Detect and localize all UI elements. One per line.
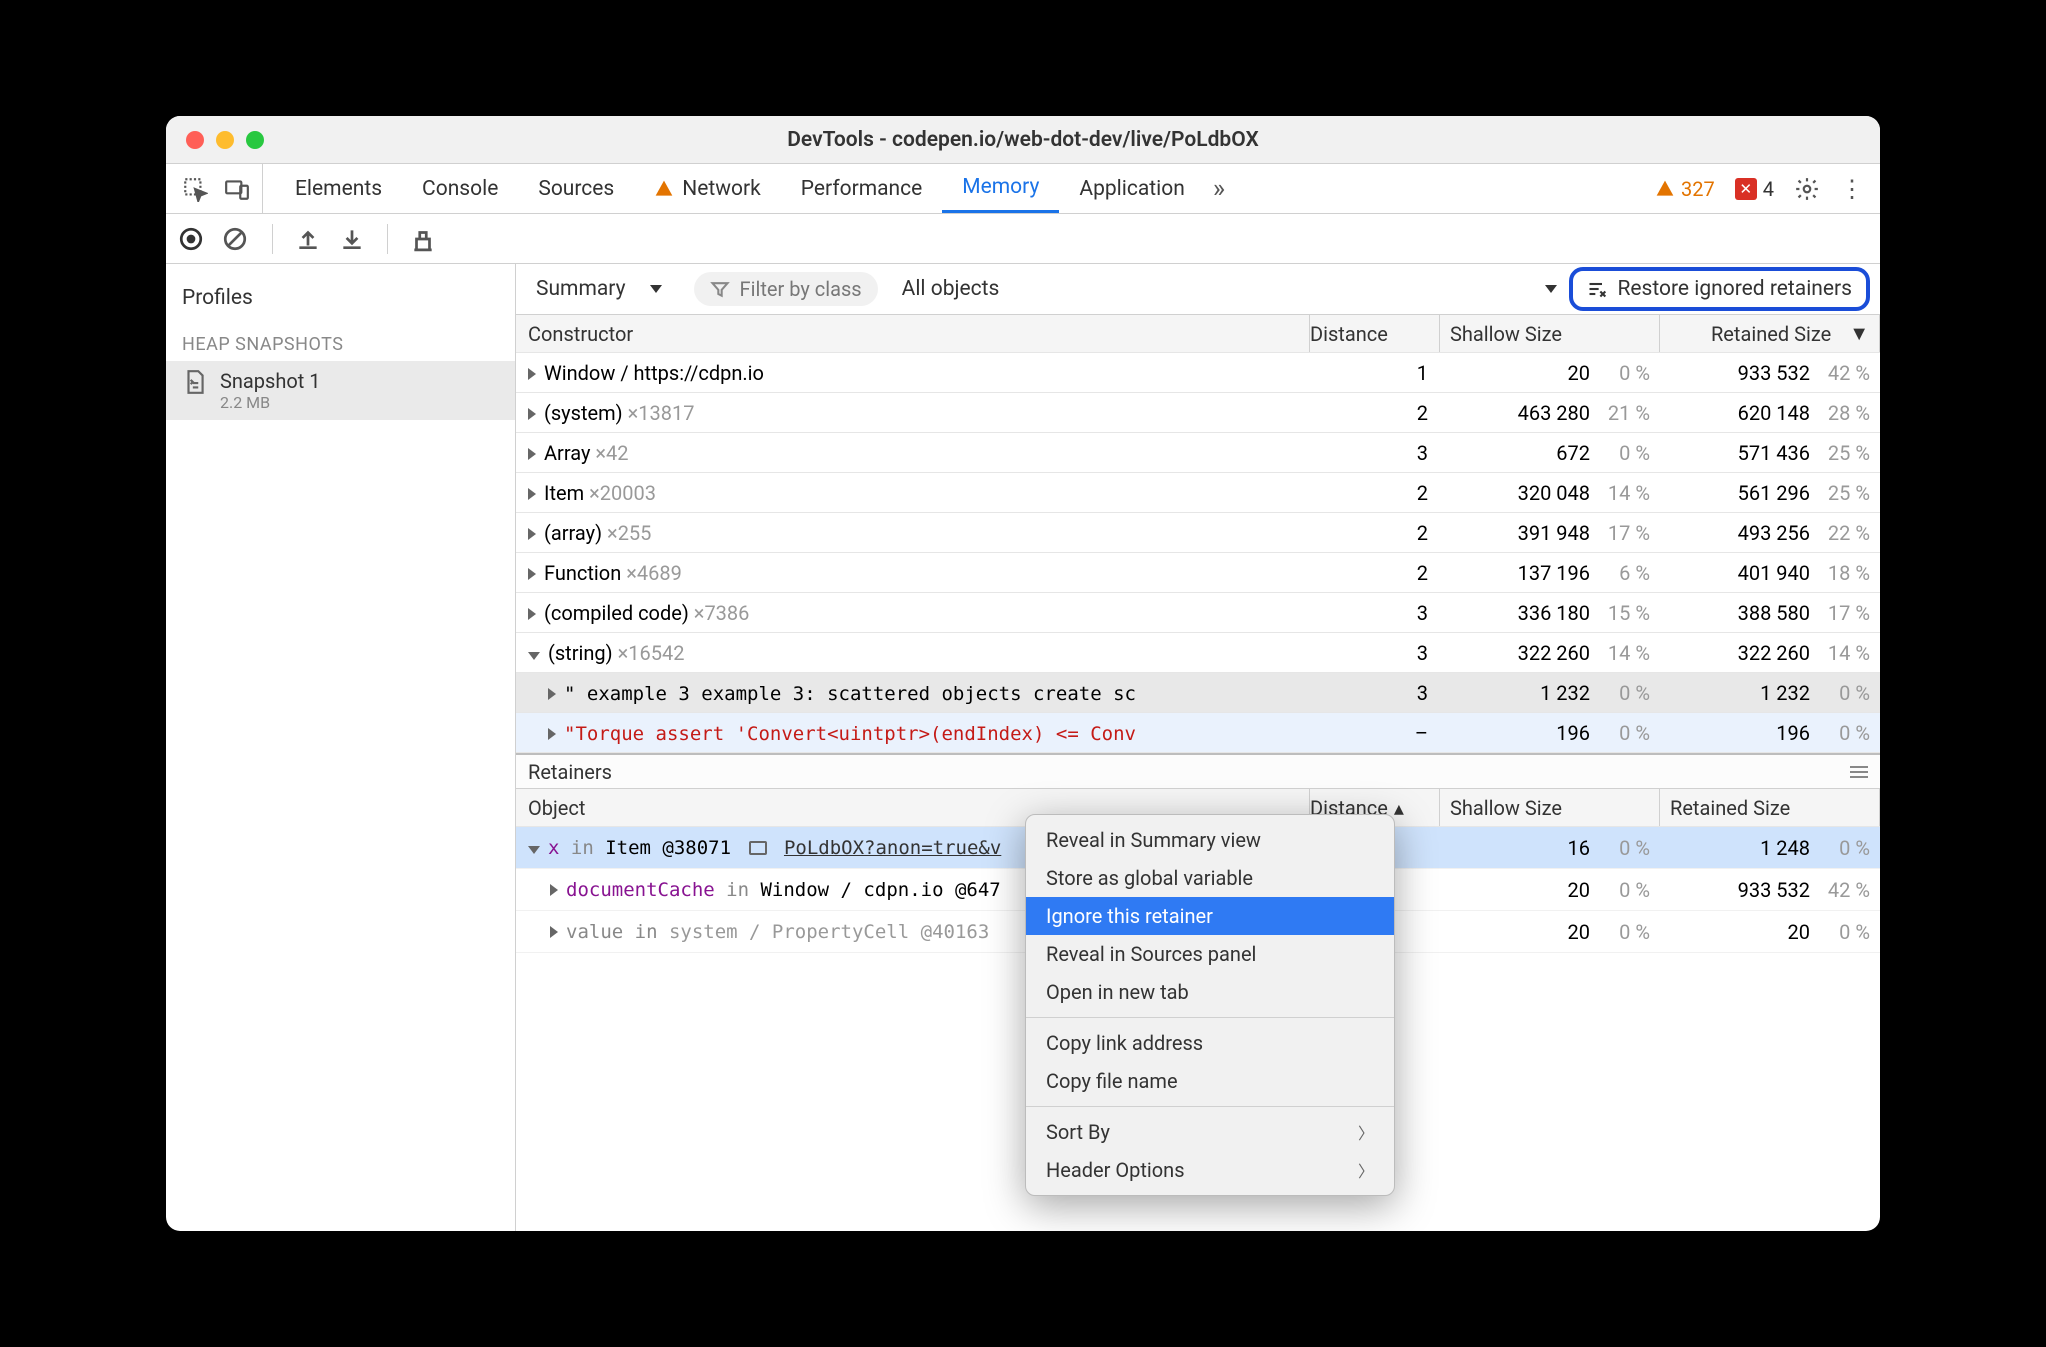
retainers-pane-header: Retainers <box>516 753 1880 789</box>
close-window-button[interactable] <box>186 131 204 149</box>
maximize-window-button[interactable] <box>246 131 264 149</box>
snapshot-item[interactable]: Snapshot 1 2.2 MB <box>166 361 515 420</box>
content-toolbar: Summary Filter by class All objects Rest… <box>516 264 1880 314</box>
warning-icon <box>654 179 674 199</box>
errors-count[interactable]: ✕ 4 <box>1735 177 1774 201</box>
restore-ignored-button[interactable]: Restore ignored retainers <box>1569 267 1870 311</box>
main-area: Profiles HEAP SNAPSHOTS Snapshot 1 2.2 M… <box>166 264 1880 1231</box>
string-child-row[interactable]: "Torque assert 'Convert<uintptr>(endInde… <box>516 713 1880 753</box>
profiles-sidebar: Profiles HEAP SNAPSHOTS Snapshot 1 2.2 M… <box>166 264 516 1231</box>
constructor-row[interactable]: (string) ×165423322 26014 %322 26014 % <box>516 633 1880 673</box>
constructor-row[interactable]: (compiled code) ×73863336 18015 %388 580… <box>516 593 1880 633</box>
tab-memory[interactable]: Memory <box>942 164 1059 213</box>
warning-icon <box>1655 179 1675 199</box>
inspect-icon[interactable] <box>182 176 208 202</box>
load-icon[interactable] <box>295 226 321 252</box>
kebab-menu-icon[interactable]: ⋮ <box>1840 183 1864 195</box>
ctx-item[interactable]: Reveal in Summary view <box>1026 821 1394 859</box>
tab-application[interactable]: Application <box>1059 164 1204 213</box>
context-menu: Reveal in Summary viewStore as global va… <box>1025 814 1395 1196</box>
filter-input[interactable]: Filter by class <box>694 272 878 306</box>
clear-icon[interactable] <box>222 226 248 252</box>
grid-header-row: Constructor Distance Shallow Size Retain… <box>516 315 1880 353</box>
col-distance[interactable]: Distance <box>1310 315 1440 352</box>
tab-performance[interactable]: Performance <box>781 164 942 213</box>
chevron-down-icon <box>650 285 662 293</box>
more-tabs-button[interactable]: » <box>1205 174 1233 204</box>
string-child-row[interactable]: " example 3 example 3: scattered objects… <box>516 673 1880 713</box>
sidebar-heading: Profiles <box>166 280 515 328</box>
constructor-row[interactable]: (system) ×138172463 28021 %620 14828 % <box>516 393 1880 433</box>
all-objects-dropdown[interactable]: All objects <box>890 277 1000 301</box>
tab-network[interactable]: Network <box>634 164 781 213</box>
source-frame-icon <box>749 841 767 855</box>
chevron-down-icon[interactable] <box>1545 285 1557 293</box>
ctx-item[interactable]: Ignore this retainer <box>1026 897 1394 935</box>
constructor-row[interactable]: Item ×200032320 04814 %561 29625 % <box>516 473 1880 513</box>
constructor-row[interactable]: Array ×4236720 %571 43625 % <box>516 433 1880 473</box>
devtools-window: DevTools - codepen.io/web-dot-dev/live/P… <box>166 116 1880 1231</box>
record-icon[interactable] <box>178 226 204 252</box>
tab-sources[interactable]: Sources <box>518 164 634 213</box>
minimize-window-button[interactable] <box>216 131 234 149</box>
constructor-row[interactable]: Window / https://cdpn.io 1200 %933 53242… <box>516 353 1880 393</box>
ctx-item[interactable]: Reveal in Sources panel <box>1026 935 1394 973</box>
tab-console[interactable]: Console <box>402 164 518 213</box>
snapshot-size: 2.2 MB <box>220 393 321 412</box>
ctx-item[interactable]: Sort By〉 <box>1026 1113 1394 1151</box>
ctx-item[interactable]: Store as global variable <box>1026 859 1394 897</box>
col-retained-r[interactable]: Retained Size <box>1660 789 1880 826</box>
memory-toolbar <box>166 214 1880 264</box>
snapshot-name: Snapshot 1 <box>220 369 321 393</box>
error-icon: ✕ <box>1735 178 1757 200</box>
ctx-item[interactable]: Open in new tab <box>1026 973 1394 1011</box>
col-retained[interactable]: Retained Size▼ <box>1660 315 1880 352</box>
window-title: DevTools - codepen.io/web-dot-dev/live/P… <box>787 128 1259 152</box>
col-shallow-r[interactable]: Shallow Size <box>1440 789 1660 826</box>
restore-icon <box>1587 279 1607 299</box>
constructor-row[interactable]: (array) ×2552391 94817 %493 25622 % <box>516 513 1880 553</box>
warnings-count[interactable]: 327 <box>1655 177 1715 201</box>
ctx-item[interactable]: Copy link address <box>1026 1024 1394 1062</box>
ctx-item[interactable]: Copy file name <box>1026 1062 1394 1100</box>
col-constructor[interactable]: Constructor <box>516 315 1310 352</box>
tab-elements[interactable]: Elements <box>275 164 402 213</box>
gc-icon[interactable] <box>410 226 436 252</box>
col-shallow[interactable]: Shallow Size <box>1440 315 1660 352</box>
retainers-menu-icon[interactable] <box>1850 765 1868 779</box>
filter-icon <box>710 279 730 299</box>
device-icon[interactable] <box>224 176 250 202</box>
save-icon[interactable] <box>339 226 365 252</box>
ctx-item[interactable]: Header Options〉 <box>1026 1151 1394 1189</box>
snapshot-file-icon <box>182 369 208 395</box>
summary-dropdown[interactable]: Summary <box>524 277 682 301</box>
traffic-lights <box>186 131 264 149</box>
panel-tabbar: ElementsConsoleSourcesNetworkPerformance… <box>166 164 1880 214</box>
sidebar-subheading: HEAP SNAPSHOTS <box>166 328 515 361</box>
titlebar: DevTools - codepen.io/web-dot-dev/live/P… <box>166 116 1880 164</box>
constructor-row[interactable]: Function ×46892137 1966 %401 94018 % <box>516 553 1880 593</box>
settings-icon[interactable] <box>1794 176 1820 202</box>
